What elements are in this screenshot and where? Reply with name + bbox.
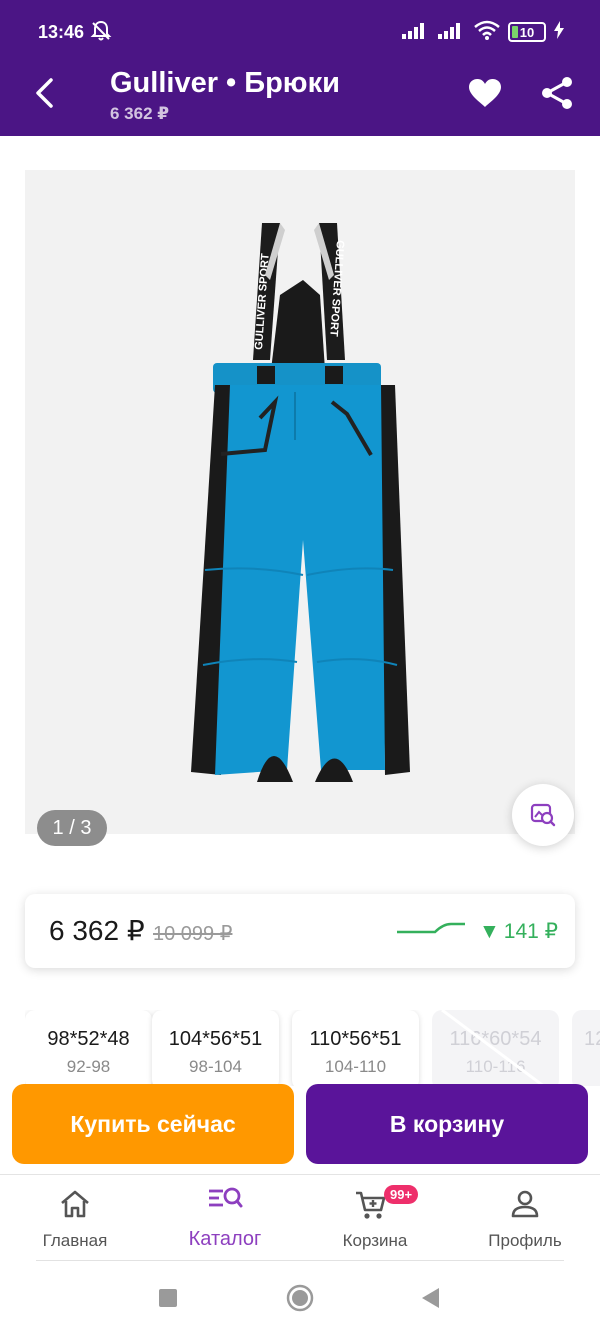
gallery-page-indicator: 1 / 3 (37, 810, 107, 846)
nav-item-profile[interactable]: Профиль (450, 1175, 600, 1263)
bottom-navigation: Главная Каталог 99+ Корзина Профиль (0, 1174, 600, 1262)
buy-now-button[interactable]: Купить сейчас (12, 1084, 294, 1164)
status-bar: 13:46 10 (0, 0, 600, 52)
image-search-button[interactable] (512, 784, 574, 846)
title-block: Gulliver • Брюки 6 362 ₽ (110, 66, 340, 124)
status-time: 13:46 (38, 22, 85, 42)
size-chip-unavailable[interactable]: 116*60*54 110-116 (432, 1010, 559, 1086)
size-label: 98*52*48 (47, 1028, 130, 1050)
nav-label-catalog: Каталог (188, 1228, 262, 1250)
down-arrow-icon: ▼ (479, 919, 500, 943)
share-button[interactable] (538, 74, 576, 112)
price-drop: ▼ 141 ₽ (479, 919, 558, 944)
system-navigation-bar (0, 1262, 600, 1332)
size-label: 104*56*51 (168, 1028, 263, 1050)
product-gallery[interactable]: GULLIVER SPORT GULLIVER SPORT 1 / 3 (25, 170, 575, 846)
battery-icon: 10 (508, 22, 546, 42)
nav-label-home: Главная (42, 1231, 108, 1250)
price-old: 10 099 ₽ (153, 923, 233, 945)
size-chip[interactable]: 98*52*48 92-98 (25, 1010, 152, 1086)
signal-icon-2 (438, 21, 466, 44)
cart-badge: 99+ (384, 1185, 419, 1204)
nav-label-profile: Профиль (488, 1231, 562, 1250)
price-drop-value: 141 ₽ (503, 920, 559, 943)
profile-icon (511, 1190, 539, 1218)
charging-icon (554, 20, 564, 44)
size-range: 92-98 (66, 1057, 111, 1076)
nav-label-cart: Корзина (342, 1231, 408, 1250)
image-search-icon (530, 803, 556, 827)
status-indicators: 10 (402, 20, 564, 44)
share-icon (542, 77, 572, 109)
size-range: 104-110 (324, 1057, 387, 1076)
home-circle-icon[interactable] (286, 1284, 314, 1312)
nav-item-home[interactable]: Главная (0, 1175, 150, 1263)
nav-item-cart[interactable]: 99+ Корзина (300, 1175, 450, 1263)
favorite-button[interactable] (466, 74, 504, 112)
nav-item-catalog[interactable]: Каталог (150, 1175, 300, 1263)
chevron-left-icon (36, 78, 53, 108)
size-chip-unavailable[interactable]: 12 (572, 1010, 600, 1086)
heart-icon (469, 79, 501, 107)
page-title: Gulliver • Брюки (110, 67, 340, 99)
size-label: 12 (584, 1028, 600, 1050)
size-range: 98-104 (189, 1057, 242, 1076)
price-history-sparkline (397, 922, 465, 934)
divider (36, 1260, 564, 1261)
app-bar: Gulliver • Брюки 6 362 ₽ (0, 52, 600, 136)
size-label: 110*56*51 (309, 1028, 402, 1050)
size-selector: 98*52*48 92-98 104*56*51 98-104 110*56*5… (25, 1010, 600, 1086)
home-icon (61, 1190, 89, 1218)
add-to-cart-button[interactable]: В корзину (306, 1084, 588, 1164)
bell-off-icon (90, 20, 112, 47)
back-button[interactable] (24, 70, 64, 116)
product-image[interactable]: GULLIVER SPORT GULLIVER SPORT (25, 170, 575, 834)
page-subtitle: 6 362 ₽ (110, 104, 170, 123)
size-chip[interactable]: 104*56*51 98-104 (152, 1010, 279, 1086)
wifi-icon (474, 20, 500, 45)
unavailable-strike (441, 1010, 547, 1086)
size-chip[interactable]: 110*56*51 104-110 (292, 1010, 419, 1086)
catalog-search-icon (209, 1187, 243, 1208)
price-current: 6 362 ₽ (49, 915, 145, 946)
battery-level: 10 (519, 24, 535, 40)
signal-icon (402, 21, 430, 44)
cart-icon (355, 1191, 385, 1219)
recents-square-icon[interactable] (158, 1288, 178, 1308)
price-card[interactable]: 6 362 ₽ 10 099 ₽ ▼ 141 ₽ (25, 894, 575, 968)
back-triangle-icon[interactable] (420, 1287, 440, 1309)
